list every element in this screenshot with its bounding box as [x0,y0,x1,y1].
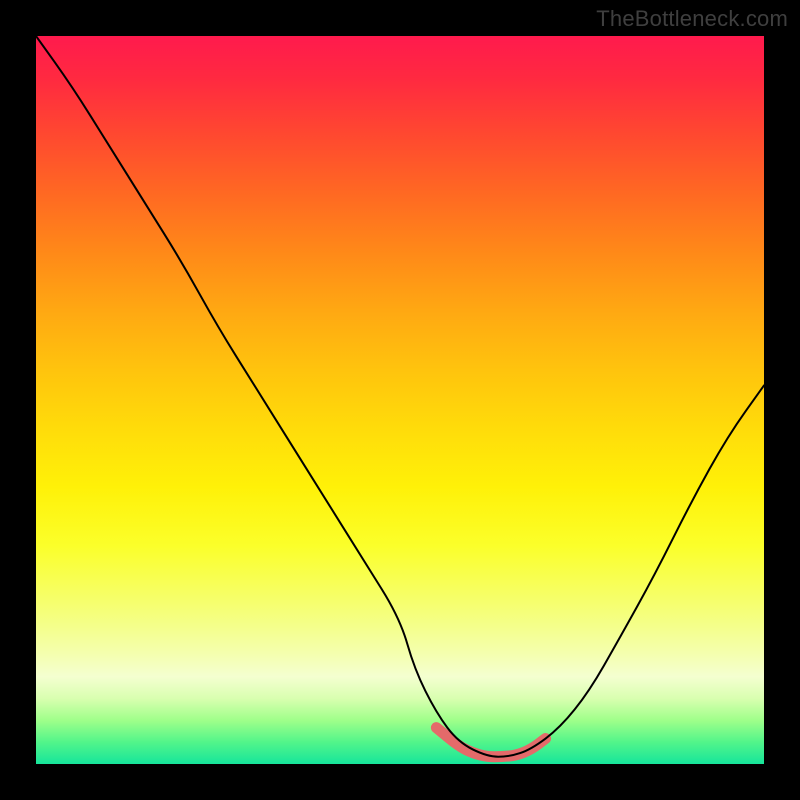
sweet-spot-line [436,728,545,757]
watermark-text: TheBottleneck.com [596,6,788,32]
chart-frame: TheBottleneck.com [0,0,800,800]
bottleneck-curve-line [36,36,764,757]
bottleneck-plot [36,36,764,764]
